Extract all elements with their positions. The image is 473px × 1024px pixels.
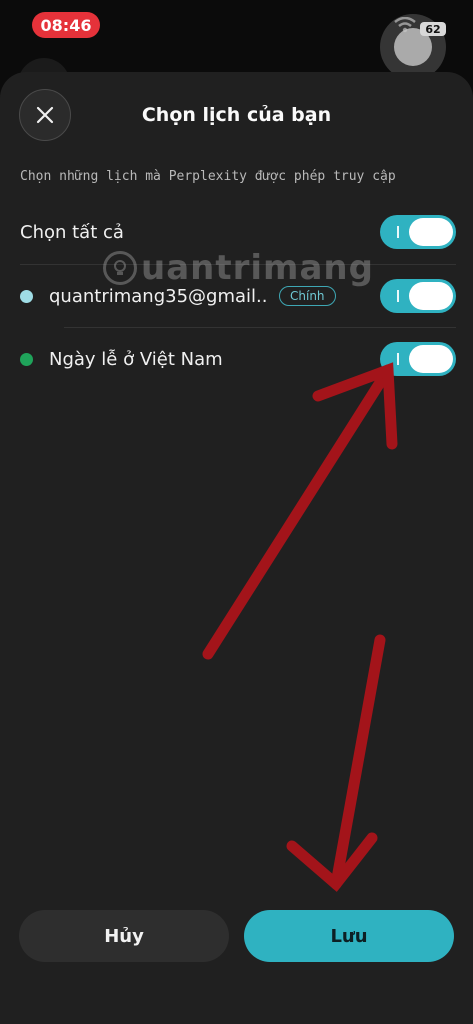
- annotation-arrows: [202, 362, 398, 892]
- arrow-up-line: [202, 364, 394, 660]
- arrow-down-head: [286, 832, 378, 892]
